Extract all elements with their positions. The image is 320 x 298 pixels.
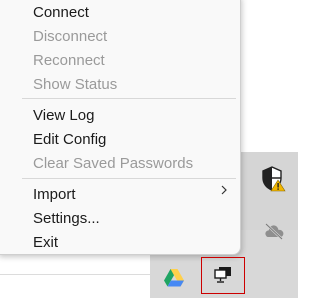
google-drive-icon[interactable]: [163, 268, 185, 287]
menu-item-edit-config[interactable]: Edit Config: [33, 129, 106, 151]
menu-item-view-log[interactable]: View Log: [33, 105, 94, 127]
menu-item-exit[interactable]: Exit: [33, 232, 58, 254]
menu-item-clear-saved-passwords[interactable]: Clear Saved Passwords: [33, 153, 193, 175]
menu-separator: [22, 98, 236, 99]
chevron-right-icon: [221, 185, 227, 195]
vpn-network-icon[interactable]: [214, 266, 232, 284]
menu-item-disconnect[interactable]: Disconnect: [33, 26, 107, 48]
menu-item-connect[interactable]: Connect: [33, 2, 89, 24]
menu-separator: [22, 178, 236, 179]
tray-context-menu: Connect Disconnect Reconnect Show Status…: [0, 0, 241, 255]
cloud-offline-icon[interactable]: [263, 222, 285, 240]
menu-item-settings[interactable]: Settings...: [33, 208, 100, 230]
menu-item-reconnect[interactable]: Reconnect: [33, 50, 105, 72]
menu-item-show-status[interactable]: Show Status: [33, 74, 117, 96]
menu-item-import[interactable]: Import: [33, 184, 76, 206]
security-warning-icon[interactable]: [262, 166, 286, 192]
divider: [0, 274, 150, 275]
